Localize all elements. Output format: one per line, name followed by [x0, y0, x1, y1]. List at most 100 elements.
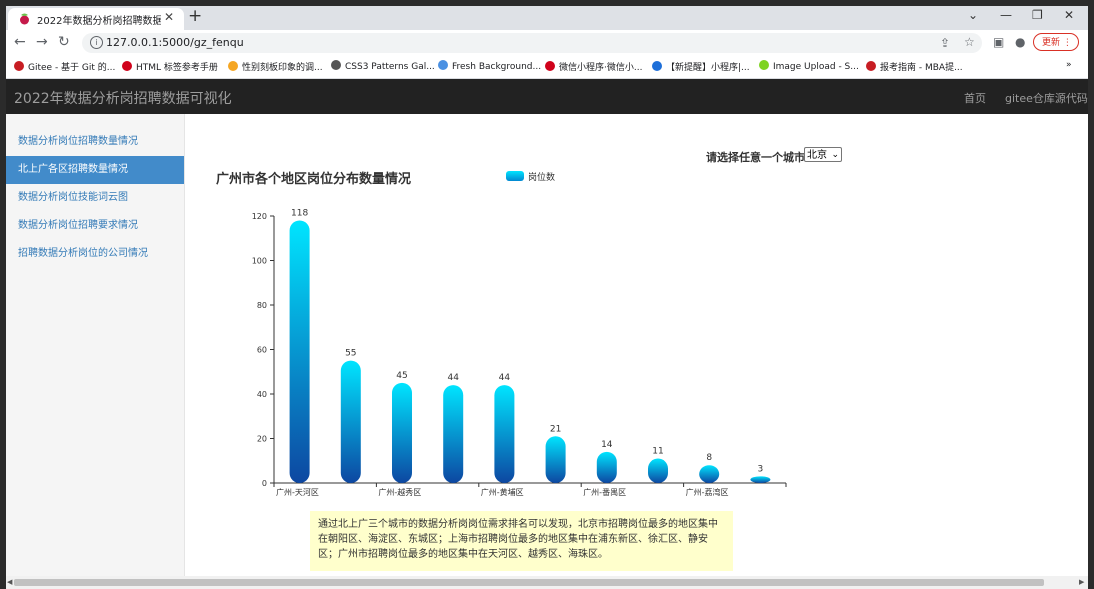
- bookmark-label: 报考指南 - MBA提...: [880, 63, 963, 73]
- more-bookmarks-icon[interactable]: »: [1066, 60, 1072, 70]
- bar-广州-荔湾区: [596, 451, 617, 483]
- chart-title: 广州市各个地区岗位分布数量情况: [216, 172, 412, 187]
- bookmark-item[interactable]: Fresh Background...: [438, 60, 541, 72]
- reload-icon[interactable]: ↻: [58, 34, 70, 50]
- bookmark-label: Fresh Background...: [452, 62, 542, 72]
- y-tick-label: 0: [262, 479, 267, 488]
- data-label: 11: [652, 447, 663, 457]
- info-icon[interactable]: i: [90, 36, 103, 49]
- close-tab-icon[interactable]: ✕: [164, 10, 174, 24]
- minimize-icon[interactable]: —: [1000, 8, 1012, 22]
- chevron-down-icon: ⌄: [831, 150, 839, 160]
- data-label: 14: [601, 440, 613, 450]
- close-window-icon[interactable]: ✕: [1064, 8, 1074, 22]
- sidebar-item-skill-wordcloud[interactable]: 数据分析岗位技能词云图: [6, 184, 184, 212]
- wechat-icon: [545, 61, 555, 71]
- mba-icon: [866, 61, 876, 71]
- data-label: 3: [758, 464, 764, 474]
- back-icon[interactable]: ←: [14, 34, 26, 50]
- forward-icon[interactable]: →: [36, 34, 48, 50]
- bookmarks-bar: Gitee - 基于 Git 的... HTML 标签参考手册 性别刻板印象的调…: [6, 56, 1088, 79]
- nav-link-home[interactable]: 首页: [964, 90, 986, 106]
- top-navbar: 2022年数据分析岗招聘数据可视化 首页 gitee仓库源代码: [6, 79, 1088, 114]
- bookmark-item[interactable]: 性别刻板印象的调...: [228, 60, 323, 73]
- bookmark-label: 【新提醒】小程序|...: [666, 63, 750, 73]
- bar-广州-越秀区: [340, 360, 361, 483]
- bar-广州-增城区: [750, 476, 771, 483]
- bar-广州-南沙区: [699, 465, 720, 483]
- gitee-icon: [14, 61, 24, 71]
- site-brand[interactable]: 2022年数据分析岗招聘数据可视化: [14, 88, 232, 108]
- bookmark-item[interactable]: 微信小程序·微信小...: [545, 60, 642, 73]
- y-tick-label: 40: [257, 390, 267, 399]
- bookmark-item[interactable]: CSS3 Patterns Gal...: [331, 60, 435, 72]
- url-text[interactable]: 127.0.0.1:5000/gz_fenqu: [106, 36, 244, 49]
- bookmark-item[interactable]: 报考指南 - MBA提...: [866, 60, 963, 73]
- scroll-left-icon[interactable]: ◀: [7, 578, 12, 586]
- city-select-label: 请选择任意一个城市: [706, 151, 805, 164]
- restore-icon[interactable]: ❐: [1032, 8, 1043, 22]
- bookmark-item[interactable]: 【新提醒】小程序|...: [652, 60, 750, 73]
- y-tick-label: 100: [252, 257, 267, 266]
- html-ref-icon: [122, 61, 132, 71]
- image-upload-icon: [759, 60, 769, 70]
- sidebar-item-job-count[interactable]: 数据分析岗位招聘数量情况: [6, 128, 184, 156]
- nav-link-gitee[interactable]: gitee仓库源代码: [1005, 90, 1088, 106]
- bookmark-label: CSS3 Patterns Gal...: [345, 62, 435, 72]
- city-select-value: 北京: [807, 150, 827, 161]
- sidebar-item-requirements[interactable]: 数据分析岗位招聘要求情况: [6, 212, 184, 240]
- bookmark-item[interactable]: Gitee - 基于 Git 的...: [14, 60, 115, 73]
- side-panel-icon[interactable]: ▣: [993, 35, 1004, 49]
- tab-title: 2022年数据分析岗招聘数据可视化: [37, 16, 161, 27]
- bookmark-label: 性别刻板印象的调...: [242, 63, 323, 73]
- sidebar-item-district-count[interactable]: 北上广各区招聘数量情况: [6, 156, 184, 184]
- y-tick-label: 120: [252, 212, 267, 221]
- bookmark-item[interactable]: Image Upload - S...: [759, 60, 859, 72]
- bar-广州-花都区: [648, 458, 668, 483]
- scrollbar-thumb[interactable]: [14, 579, 1044, 586]
- data-label: 45: [396, 371, 407, 381]
- main-content: 请选择任意一个城市 北京 ⌄ 广州市各个地区岗位分布数量情况 岗位数 0 20 40 6…: [185, 114, 1088, 576]
- bar-广州-海珠区: [392, 382, 412, 483]
- x-tick-label: 广州-天河区: [276, 487, 319, 496]
- city-select[interactable]: 北京 ⌄: [804, 147, 842, 162]
- bar-广州-白云区: [494, 385, 515, 483]
- tab-search-icon[interactable]: ⌄: [968, 8, 978, 22]
- y-tick-label: 20: [257, 435, 267, 444]
- browser-window: 2022年数据分析岗招聘数据可视化 ✕ + ⌄ — ❐ ✕ ← → ↻ i 12…: [6, 6, 1088, 589]
- browser-tab[interactable]: 2022年数据分析岗招聘数据可视化 ✕: [8, 8, 184, 30]
- legend-swatch[interactable]: [506, 171, 524, 181]
- data-label: 44: [499, 373, 511, 383]
- css-patterns-icon: [331, 60, 341, 70]
- update-button[interactable]: 更新 ⋮: [1033, 33, 1079, 51]
- x-tick-label: 广州-番禺区: [583, 487, 626, 496]
- profile-icon[interactable]: ●: [1015, 35, 1025, 49]
- star-icon[interactable]: ☆: [964, 35, 975, 49]
- data-label: 118: [291, 208, 308, 218]
- new-tab-icon[interactable]: +: [188, 6, 202, 26]
- miniprogram-icon: [652, 61, 662, 71]
- bookmark-label: Gitee - 基于 Git 的...: [28, 63, 116, 73]
- horizontal-scrollbar[interactable]: ◀ ▶: [6, 576, 1088, 589]
- bookmark-item[interactable]: HTML 标签参考手册: [122, 60, 218, 73]
- raspberry-icon: [20, 13, 29, 25]
- bookmark-label: 微信小程序·微信小...: [559, 63, 643, 73]
- data-label: 21: [550, 424, 561, 434]
- share-icon[interactable]: ⇪: [940, 36, 950, 50]
- address-bar[interactable]: i 127.0.0.1:5000/gz_fenqu ⇪ ☆: [82, 33, 982, 53]
- bookmark-label: Image Upload - S...: [773, 62, 859, 72]
- bar-广州-天河区: [289, 220, 310, 483]
- data-label: 8: [706, 453, 712, 463]
- address-toolbar: ← → ↻ i 127.0.0.1:5000/gz_fenqu ⇪ ☆ ▣ ● …: [6, 30, 1088, 56]
- scroll-right-icon[interactable]: ▶: [1079, 578, 1084, 586]
- bookmark-label: HTML 标签参考手册: [136, 63, 218, 73]
- x-tick-label: 广州-荔湾区: [686, 487, 729, 496]
- data-label: 44: [447, 373, 459, 383]
- analysis-note: 通过北上广三个城市的数据分析岗岗位需求排名可以发现，北京市招聘岗位最多的地区集中…: [310, 511, 733, 571]
- tab-strip: 2022年数据分析岗招聘数据可视化 ✕ + ⌄ — ❐ ✕: [6, 6, 1088, 30]
- bar-广州-番禺区: [545, 436, 566, 483]
- sidebar: 数据分析岗位招聘数量情况 北上广各区招聘数量情况 数据分析岗位技能词云图 数据分…: [6, 114, 185, 589]
- legend-label[interactable]: 岗位数: [528, 170, 555, 183]
- sidebar-item-companies[interactable]: 招聘数据分析岗位的公司情况: [6, 240, 184, 268]
- star-bookmark-icon: [228, 61, 238, 71]
